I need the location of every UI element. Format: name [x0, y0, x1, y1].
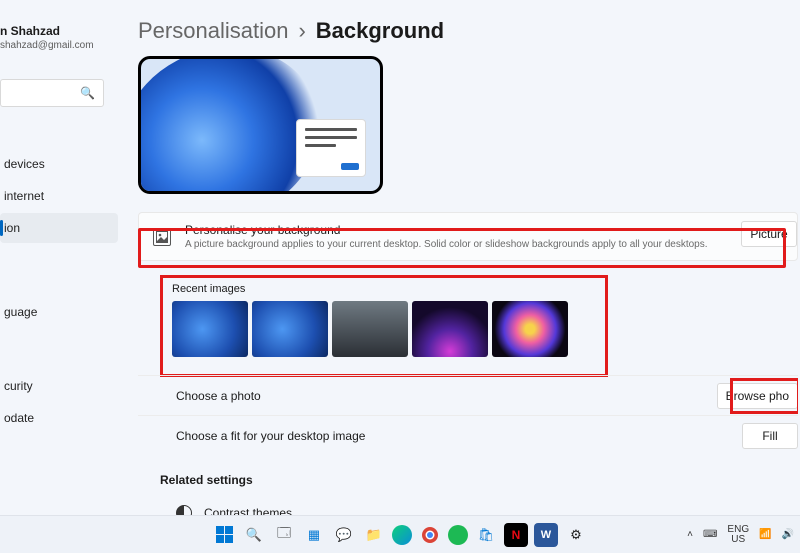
taskbar: 🔍 🗔 ▦ 💬 📁 🛍 N W ⚙ ˄ ⌨ ENG US 📶 🔊	[0, 515, 800, 553]
recent-image-5[interactable]	[492, 301, 568, 357]
personalise-title: Personalise your background	[185, 223, 708, 237]
personalise-desc: A picture background applies to your cur…	[185, 239, 708, 250]
browse-photos-button[interactable]: Browse pho	[717, 383, 798, 409]
choose-photo-row: Choose a photo Browse pho	[138, 375, 798, 415]
recent-image-1[interactable]	[172, 301, 248, 357]
fit-dropdown[interactable]: Fill	[742, 423, 798, 449]
personalise-row[interactable]: Personalise your background A picture ba…	[138, 212, 798, 261]
spotify-icon[interactable]	[448, 525, 468, 545]
edge-icon[interactable]	[392, 525, 412, 545]
recent-image-4[interactable]	[412, 301, 488, 357]
recent-image-3[interactable]	[332, 301, 408, 357]
task-view-icon[interactable]: 🗔	[272, 523, 296, 547]
sidebar-item-language[interactable]: guage	[0, 297, 118, 327]
tray-keyboard-icon[interactable]: ⌨	[703, 529, 717, 540]
breadcrumb-current: Background	[316, 18, 444, 44]
word-icon[interactable]: W	[534, 523, 558, 547]
start-button[interactable]	[212, 523, 236, 547]
breadcrumb-root[interactable]: Personalisation	[138, 18, 288, 44]
sidebar-item-personalisation[interactable]: ion	[0, 213, 118, 243]
related-settings-title: Related settings	[160, 473, 798, 487]
choose-fit-label: Choose a fit for your desktop image	[176, 429, 365, 443]
image-icon	[153, 228, 171, 246]
search-input[interactable]: 🔍	[0, 79, 104, 107]
recent-images-label: Recent images	[172, 283, 784, 295]
breadcrumb: Personalisation › Background	[138, 18, 798, 44]
chat-icon[interactable]: 💬	[332, 523, 356, 547]
store-icon[interactable]: 🛍	[474, 523, 498, 547]
recent-image-2[interactable]	[252, 301, 328, 357]
user-email: shahzad@gmail.com	[0, 40, 118, 51]
search-icon: 🔍	[80, 86, 95, 100]
tray-chevron-icon[interactable]: ˄	[687, 529, 693, 540]
contrast-themes-label: Contrast themes	[204, 506, 292, 515]
sidebar-item-internet[interactable]: internet	[0, 181, 118, 211]
settings-icon[interactable]: ⚙	[564, 523, 588, 547]
language-indicator[interactable]: ENG US	[727, 525, 749, 545]
sidebar-item-update[interactable]: odate	[0, 403, 118, 433]
sidebar-item-security[interactable]: curity	[0, 371, 118, 401]
widgets-icon[interactable]: ▦	[302, 523, 326, 547]
volume-icon[interactable]: 🔊	[782, 529, 794, 540]
sidebar-item-devices[interactable]: devices	[0, 149, 118, 179]
choose-fit-row: Choose a fit for your desktop image Fill	[138, 415, 798, 455]
desktop-preview	[138, 56, 383, 194]
chevron-right-icon: ›	[298, 18, 305, 44]
user-name: n Shahzad	[0, 24, 118, 38]
background-type-dropdown[interactable]: Picture	[741, 221, 797, 247]
chrome-icon[interactable]	[418, 523, 442, 547]
choose-photo-label: Choose a photo	[176, 389, 261, 403]
wifi-icon[interactable]: 📶	[759, 529, 771, 540]
netflix-icon[interactable]: N	[504, 523, 528, 547]
taskbar-search-icon[interactable]: 🔍	[242, 523, 266, 547]
contrast-icon	[176, 505, 192, 515]
preview-window	[296, 119, 366, 177]
sidebar-nav: devices internet ion guage curity odate	[0, 149, 118, 433]
file-explorer-icon[interactable]: 📁	[362, 523, 386, 547]
recent-images-section: Recent images	[138, 275, 798, 375]
contrast-themes-row[interactable]: Contrast themes	[138, 495, 798, 515]
